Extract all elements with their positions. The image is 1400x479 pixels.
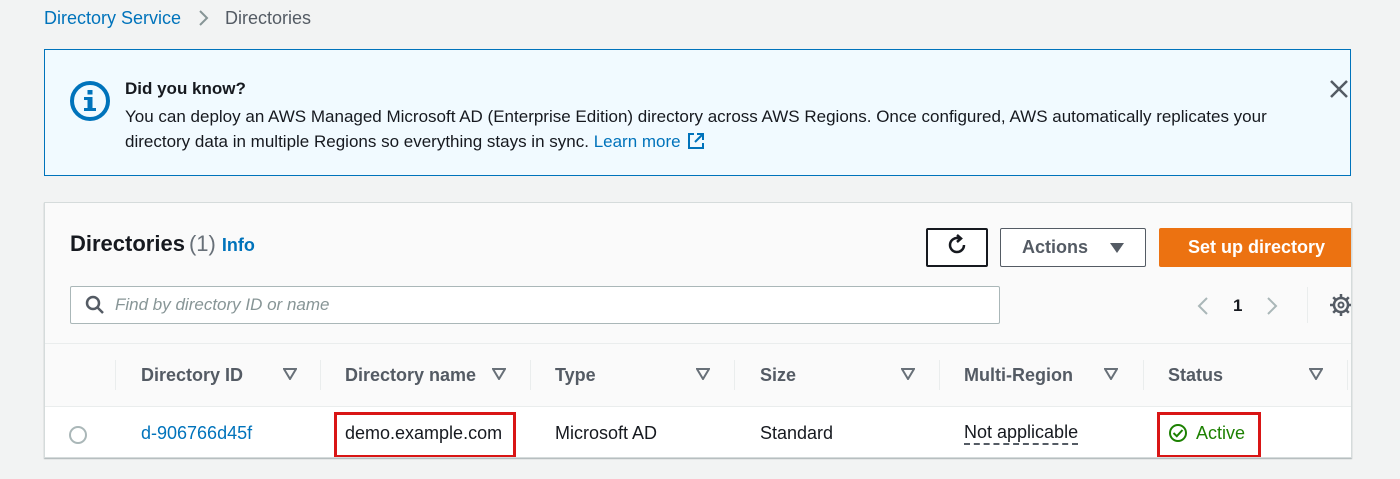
- cell-size: Standard: [760, 422, 834, 443]
- banner-message: You can deploy an AWS Managed Microsoft …: [125, 104, 1315, 154]
- column-header-size[interactable]: Size: [760, 344, 915, 406]
- pagination: 1: [1195, 291, 1280, 321]
- chevron-left-icon[interactable]: [1195, 294, 1211, 318]
- sort-icon: [1309, 368, 1323, 380]
- refresh-button[interactable]: [926, 228, 988, 267]
- chevron-right-icon[interactable]: [1264, 294, 1280, 318]
- chevron-right-icon: [197, 9, 209, 27]
- learn-more-label: Learn more: [593, 132, 681, 151]
- column-label: Multi-Region: [964, 364, 1073, 385]
- cell-directory-id: d-906766d45f: [141, 407, 252, 457]
- column-header-directory-name[interactable]: Directory name: [345, 344, 506, 406]
- actions-dropdown[interactable]: Actions: [1000, 228, 1146, 267]
- learn-more-link[interactable]: Learn more: [594, 132, 705, 151]
- cell-type: Microsoft AD: [555, 422, 658, 443]
- banner-title: Did you know?: [125, 79, 246, 98]
- column-label: Type: [555, 364, 596, 385]
- column-divider: [734, 360, 735, 390]
- panel-title-text: Directories: [70, 231, 185, 256]
- column-divider: [1143, 360, 1144, 390]
- directory-count: (1): [188, 231, 216, 256]
- column-label: Directory ID: [141, 364, 244, 385]
- directory-id-link[interactable]: d-906766d45f: [141, 423, 252, 444]
- gear-icon[interactable]: [1329, 293, 1351, 317]
- column-divider: [939, 360, 940, 390]
- column-divider: [320, 360, 321, 390]
- column-label: Status: [1168, 364, 1224, 385]
- directories-panel: Directories (1) Info Actions Set up direct…: [44, 202, 1352, 458]
- sort-icon: [696, 368, 710, 380]
- highlight-box-directory-name: [334, 412, 516, 457]
- panel-title: Directories (1) Info: [70, 231, 255, 257]
- sort-icon: [1104, 368, 1118, 380]
- column-divider: [115, 360, 116, 390]
- divider: [1307, 287, 1308, 323]
- multi-region-value[interactable]: Not applicable: [964, 422, 1079, 445]
- breadcrumb-directories: Directories: [225, 7, 312, 28]
- close-icon[interactable]: [1328, 78, 1350, 100]
- sort-icon: [283, 368, 297, 380]
- refresh-icon: [945, 233, 969, 262]
- panel-header: Directories (1) Info Actions Set up direct…: [45, 203, 1351, 343]
- current-page[interactable]: 1: [1233, 296, 1242, 316]
- sort-icon: [492, 368, 506, 380]
- table-header: Directory ID Directory name Type Size Mu…: [45, 343, 1351, 407]
- row-select-radio[interactable]: [69, 426, 87, 444]
- column-header-multi-region[interactable]: Multi-Region: [964, 344, 1118, 406]
- cell-multi-region: Not applicable: [964, 407, 1079, 457]
- highlight-box-status: [1157, 412, 1261, 457]
- caret-down-icon: [1110, 242, 1124, 253]
- info-icon: [69, 80, 111, 122]
- info-link[interactable]: Info: [222, 235, 255, 255]
- info-banner: Did you know? You can deploy an AWS Mana…: [44, 49, 1351, 176]
- search-icon: [85, 295, 104, 314]
- column-header-directory-id[interactable]: Directory ID: [141, 344, 297, 406]
- column-label: Size: [760, 364, 797, 385]
- table-row[interactable]: d-906766d45f demo.example.com Microsoft …: [45, 407, 1351, 457]
- breadcrumb: Directory Service Directories: [44, 8, 311, 28]
- search-input[interactable]: [115, 295, 975, 315]
- column-divider: [530, 360, 531, 390]
- column-header-type[interactable]: Type: [555, 344, 710, 406]
- column-label: Directory name: [345, 364, 477, 385]
- actions-label: Actions: [1021, 237, 1088, 257]
- search-field[interactable]: [70, 286, 1000, 324]
- set-up-directory-button[interactable]: Set up directory: [1159, 228, 1351, 267]
- breadcrumb-directory-service[interactable]: Directory Service: [44, 8, 181, 29]
- external-link-icon: [687, 132, 705, 150]
- column-divider: [1347, 360, 1348, 390]
- column-header-status[interactable]: Status: [1168, 344, 1323, 406]
- sort-icon: [901, 368, 915, 380]
